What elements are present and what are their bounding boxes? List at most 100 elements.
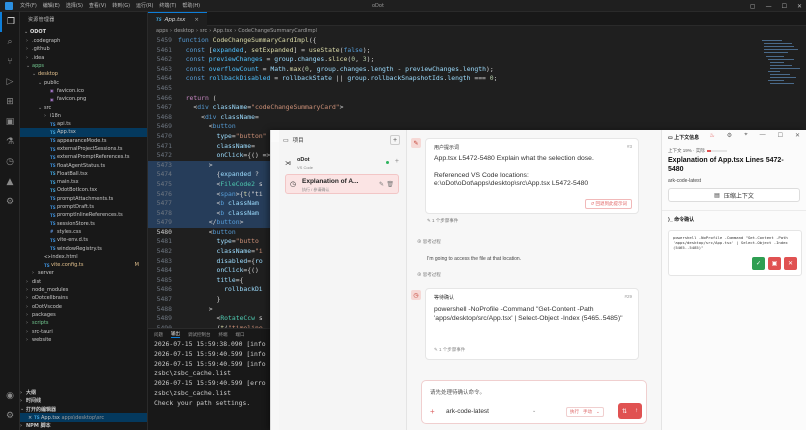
menu-item-2[interactable]: 选择(S) xyxy=(66,2,83,9)
add-project-button[interactable]: + xyxy=(390,135,400,145)
thinking-toggle-1[interactable]: ⊕ 思考过程 xyxy=(417,239,441,245)
file-item[interactable]: TS vite-env.d.ts xyxy=(20,236,147,244)
tab-app-tsx[interactable]: TS App.tsx × xyxy=(148,12,207,26)
maximize-icon[interactable]: ☐ xyxy=(778,132,783,139)
breadcrumb-item[interactable]: src xyxy=(200,28,207,34)
folder-item[interactable]: › packages xyxy=(20,311,147,319)
output-console[interactable]: 2026-07-15 15:59:38.090 [info 2026-07-15 … xyxy=(148,340,270,409)
workspace-item[interactable]: ⋊ oDot VS Code + xyxy=(283,156,403,176)
file-item[interactable]: TS externalProjectSessions.ts xyxy=(20,145,147,153)
session-item[interactable]: ◷ Explanation of A... 执行 / 参请确认 ✎ 🗑 xyxy=(285,174,399,194)
flame-icon[interactable]: ♨ xyxy=(709,132,714,139)
run-debug-icon[interactable]: ▷ xyxy=(0,72,20,92)
file-item[interactable]: TS App.tsx xyxy=(20,128,147,137)
manage-gear-icon[interactable]: ⚙ xyxy=(0,406,20,426)
file-item[interactable]: TS sessionStore.ts xyxy=(20,220,147,228)
minimize-icon[interactable]: — xyxy=(766,3,772,10)
menu-item-6[interactable]: 终端(T) xyxy=(159,2,176,9)
chevron-down-icon[interactable]: ⌄ xyxy=(532,408,536,414)
menu-item-0[interactable]: 文件(F) xyxy=(20,2,37,9)
folder-item[interactable]: › i18n xyxy=(20,112,147,120)
minimize-icon[interactable]: — xyxy=(760,132,766,139)
folder-item[interactable]: › src-tauri xyxy=(20,327,147,335)
npm-scripts-section[interactable]: › NPM 脚本 xyxy=(20,422,147,430)
new-session-button[interactable]: + xyxy=(395,158,399,165)
explorer-icon[interactable]: ❐ xyxy=(0,12,20,32)
folder-item[interactable]: ⌄ public xyxy=(20,78,147,86)
breadcrumb-item[interactable]: desktop xyxy=(174,28,194,34)
folder-item[interactable]: ⌄ src xyxy=(20,103,147,111)
testing-icon[interactable]: ⚗ xyxy=(0,132,20,152)
file-item[interactable]: TS floatAgentStatus.ts xyxy=(20,161,147,169)
menu-item-3[interactable]: 查看(V) xyxy=(89,2,106,9)
panel-tab[interactable]: 端口 xyxy=(236,332,245,338)
delete-icon[interactable]: 🗑 xyxy=(386,181,394,188)
search-icon[interactable]: ⌕ xyxy=(0,32,20,52)
folder-item[interactable]: ⌄ apps xyxy=(20,62,147,70)
account-icon[interactable]: ◉ xyxy=(0,386,20,406)
folder-item[interactable]: › server xyxy=(20,269,147,277)
approve-check-icon[interactable]: ✓ xyxy=(752,257,765,270)
file-item[interactable]: TS appearanceMode.ts xyxy=(20,137,147,145)
menu-item-1[interactable]: 编辑(E) xyxy=(43,2,60,9)
model-selector[interactable]: ark-code-latest xyxy=(446,408,489,415)
stop-icon[interactable]: ⇅ xyxy=(622,408,627,415)
file-item[interactable]: <> index.html xyxy=(20,253,147,261)
folder-item[interactable]: › .idea xyxy=(20,54,147,62)
pin-icon[interactable]: ⌖ xyxy=(744,132,747,139)
folder-item[interactable]: › oDotVscode xyxy=(20,303,147,311)
folder-item[interactable]: › dist xyxy=(20,278,147,286)
panel-tab[interactable]: 终端 xyxy=(219,332,228,338)
close-icon[interactable]: ✕ xyxy=(797,3,802,10)
prompt-composer[interactable]: 请先处理待确认命令。 + ark-code-latest ⌄ 执行 手动 ⌄ ⇅ ↑ xyxy=(421,380,647,424)
folder-item[interactable]: › scripts xyxy=(20,319,147,327)
attach-plus-icon[interactable]: + xyxy=(430,407,435,416)
layout-icon[interactable]: ▢ xyxy=(750,3,756,10)
file-item[interactable]: TS promptDraft.ts xyxy=(20,203,147,211)
file-item[interactable]: TS promptInlineReferences.ts xyxy=(20,211,147,219)
outline-section[interactable]: › 大纲 xyxy=(20,389,147,397)
thinking-toggle-2[interactable]: ⊕ 思考过程 xyxy=(417,272,441,278)
file-item[interactable]: TS OdotBotIcon.tsx xyxy=(20,186,147,194)
file-item[interactable]: # styles.css xyxy=(20,228,147,236)
breadcrumb-item[interactable]: CodeChangeSummaryCardImpl xyxy=(238,28,317,34)
edit-icon[interactable]: ✎ xyxy=(379,181,384,188)
panel-tab[interactable]: 输出 xyxy=(171,331,180,338)
folder-item[interactable]: ⌄ desktop xyxy=(20,70,147,78)
extensions-icon[interactable]: ⊞ xyxy=(0,92,20,112)
file-item[interactable]: ▣ favicon.ico xyxy=(20,87,147,95)
settings-icon[interactable]: ⚙ xyxy=(727,132,732,139)
file-item[interactable]: TS api.ts xyxy=(20,120,147,128)
folder-item[interactable]: › oDotcellbrains xyxy=(20,294,147,302)
file-item[interactable]: TS externalPromptReferences.ts xyxy=(20,153,147,161)
remote-icon[interactable]: ▣ xyxy=(0,112,20,132)
file-item[interactable]: TS main.tsx xyxy=(20,178,147,186)
file-item[interactable]: TS windowRegistry.ts xyxy=(20,244,147,252)
folder-item[interactable]: › .codegraph xyxy=(20,37,147,45)
send-controls[interactable]: ⇅ ↑ xyxy=(618,403,642,419)
maximize-icon[interactable]: ☐ xyxy=(782,3,787,10)
tab-close-icon[interactable]: × xyxy=(194,17,199,23)
revert-to-prompt-button[interactable]: ↺ 回退到此提示词 xyxy=(585,199,632,209)
source-control-icon[interactable]: ⑂ xyxy=(0,52,20,72)
send-arrow-icon[interactable]: ↑ xyxy=(635,408,638,414)
file-item[interactable]: TS promptAttachments.ts xyxy=(20,195,147,203)
pending-step-events[interactable]: ✎ 1 个步骤事件 xyxy=(434,347,465,353)
reject-x-icon[interactable]: ✕ xyxy=(784,257,797,270)
open-editor-item[interactable]: × TS App.tsx apps\desktop\src xyxy=(20,413,147,422)
compress-context-button[interactable]: ▤ 压缩上下文 xyxy=(668,188,800,202)
open-editors-section[interactable]: ⌄ 打开的编辑器 xyxy=(20,405,147,413)
file-item[interactable]: ▣ favicon.png xyxy=(20,95,147,103)
folder-item[interactable]: › node_modules xyxy=(20,286,147,294)
minimap[interactable] xyxy=(762,38,802,88)
save-icon[interactable]: ▣ xyxy=(768,257,781,270)
panel-tab[interactable]: 调试控制台 xyxy=(188,332,211,338)
file-item[interactable]: TS vite.config.ts M xyxy=(20,261,147,269)
settings-sync-icon[interactable]: ⚙ xyxy=(0,192,20,212)
explorer-root[interactable]: ⌄ ODOT xyxy=(20,26,147,37)
menu-item-5[interactable]: 运行(R) xyxy=(136,2,153,9)
close-icon[interactable]: ✕ xyxy=(795,132,800,139)
user-step-events[interactable]: ✎ 1 个步骤事件 xyxy=(417,218,458,224)
panel-tab[interactable]: 问题 xyxy=(154,332,163,338)
docker-icon[interactable]: ▲ xyxy=(0,172,20,192)
